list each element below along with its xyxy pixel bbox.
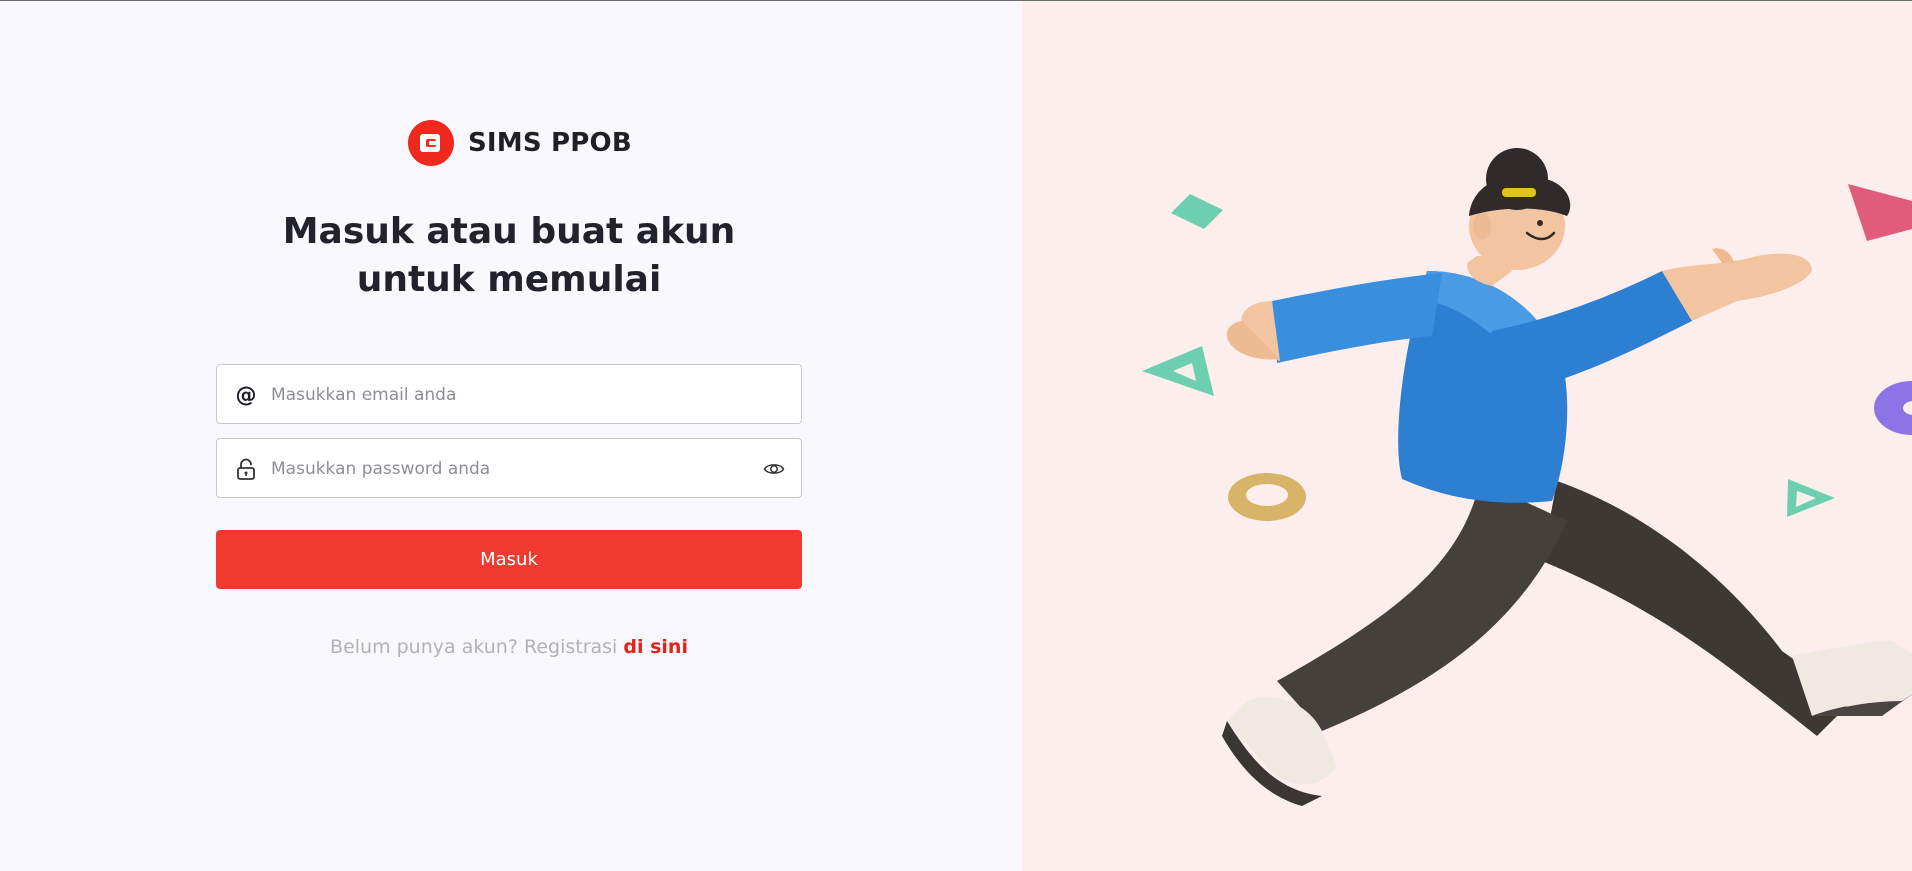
brand-name: SIMS PPOB (468, 128, 632, 158)
register-link[interactable]: di sini (623, 636, 688, 658)
teal-small-triangle-shape (1787, 479, 1835, 517)
page-title-line-1: Masuk atau buat akun (282, 211, 736, 252)
email-input[interactable] (269, 365, 753, 425)
register-prompt: Belum punya akun? Registrasi di sini (209, 636, 809, 658)
walking-person-illustration (1142, 148, 1912, 806)
password-field[interactable] (216, 438, 802, 499)
wallet-icon (408, 120, 454, 166)
page-title-line-2: untuk memulai (356, 259, 662, 300)
page-title: Masuk atau buat akun untuk memulai (209, 208, 809, 304)
lock-icon (235, 458, 257, 480)
teal-triangle-shape (1142, 346, 1214, 396)
purple-ring-shape (1874, 381, 1912, 435)
teal-diamond-shape (1171, 194, 1223, 229)
email-field[interactable]: @ (216, 364, 802, 425)
illustration-panel (1022, 1, 1912, 871)
pink-triangle-shape (1848, 184, 1912, 241)
register-prompt-text: Belum punya akun? Registrasi (330, 636, 618, 658)
at-sign-icon: @ (235, 383, 257, 407)
password-input[interactable] (269, 439, 753, 499)
brand: SIMS PPOB (408, 120, 632, 166)
login-button[interactable]: Masuk (216, 530, 802, 589)
gold-ring-shape (1228, 473, 1306, 521)
person-figure (1222, 148, 1912, 806)
eye-icon[interactable] (763, 458, 785, 480)
